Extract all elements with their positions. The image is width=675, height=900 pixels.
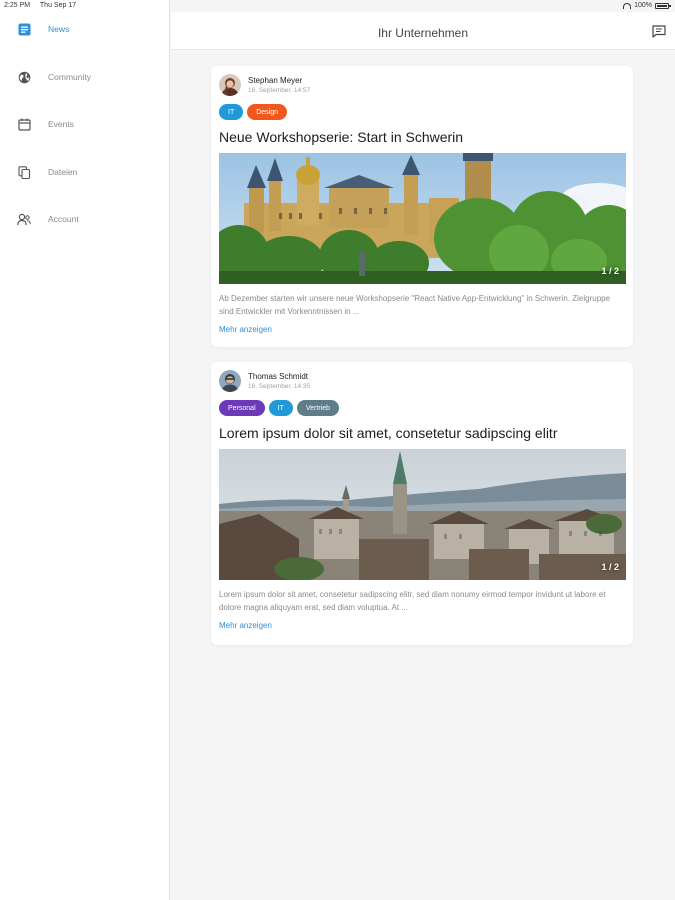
show-more-link[interactable]: Mehr anzeigen	[219, 621, 272, 630]
account-icon	[17, 212, 31, 226]
sidebar-item-events[interactable]: Events	[0, 107, 170, 141]
page-title: Ihr Unternehmen	[377, 26, 469, 40]
sidebar-item-account[interactable]: Account	[0, 202, 170, 236]
battery-level: 100%	[634, 2, 652, 9]
tag-list: Personal IT Vertrieb	[219, 400, 339, 416]
sidebar-item-dateien[interactable]: Dateien	[0, 155, 170, 189]
status-bar: 2:25 PM Thu Sep 17 100%	[0, 0, 675, 12]
image-counter: 1 / 2	[601, 562, 619, 572]
city-image	[219, 449, 626, 580]
post-author: Stephan Meyer	[248, 76, 303, 85]
tag-it[interactable]: IT	[268, 400, 293, 416]
post-image-carousel[interactable]: 1 / 2	[219, 449, 626, 580]
post-excerpt: Ab Dezember starten wir unsere neue Work…	[219, 294, 611, 316]
status-date: Thu Sep 17	[39, 2, 77, 9]
avatar	[219, 370, 241, 392]
tag-list: IT Design	[219, 104, 288, 120]
castle-image	[219, 153, 626, 284]
sidebar-item-news[interactable]: News	[0, 12, 170, 46]
files-icon	[17, 165, 31, 179]
tag-it[interactable]: IT	[219, 104, 244, 120]
tag-design[interactable]: Design	[247, 104, 288, 120]
sidebar-item-label: Account	[48, 214, 79, 224]
sidebar-item-label: News	[48, 24, 70, 34]
message-icon[interactable]	[652, 25, 666, 38]
sidebar-item-label: Dateien	[48, 167, 78, 177]
post-author: Thomas Schmidt	[248, 372, 309, 381]
tag-vertrieb[interactable]: Vertrieb	[296, 400, 339, 416]
sidebar-item-community[interactable]: Community	[0, 60, 170, 94]
post-title: Lorem ipsum dolor sit amet, consetetur s…	[219, 425, 558, 441]
header: Ihr Unternehmen	[171, 12, 675, 50]
news-card[interactable]: Thomas Schmidt 16. September, 14:35 Pers…	[211, 362, 633, 645]
post-title: Neue Workshopserie: Start in Schwerin	[219, 129, 464, 145]
calendar-icon	[17, 117, 31, 131]
news-icon	[17, 22, 31, 36]
post-excerpt: Lorem ipsum dolor sit amet, consetetur s…	[219, 590, 606, 612]
post-date: 16. September, 14:35	[248, 383, 311, 390]
sidebar: News Community Events Dateien Account	[0, 0, 170, 900]
show-more-link[interactable]: Mehr anzeigen	[219, 325, 272, 334]
wifi-icon	[623, 2, 632, 9]
battery-icon	[655, 2, 671, 9]
globe-icon	[17, 70, 31, 84]
post-date: 16. September, 14:57	[248, 87, 311, 94]
sidebar-item-label: Events	[48, 119, 74, 129]
post-image-carousel[interactable]: 1 / 2	[219, 153, 626, 284]
tag-personal[interactable]: Personal	[219, 400, 265, 416]
sidebar-item-label: Community	[48, 72, 91, 82]
image-counter: 1 / 2	[601, 266, 619, 276]
avatar	[219, 74, 241, 96]
status-time: 2:25 PM	[4, 2, 31, 9]
news-card[interactable]: Stephan Meyer 16. September, 14:57 IT De…	[211, 66, 633, 347]
